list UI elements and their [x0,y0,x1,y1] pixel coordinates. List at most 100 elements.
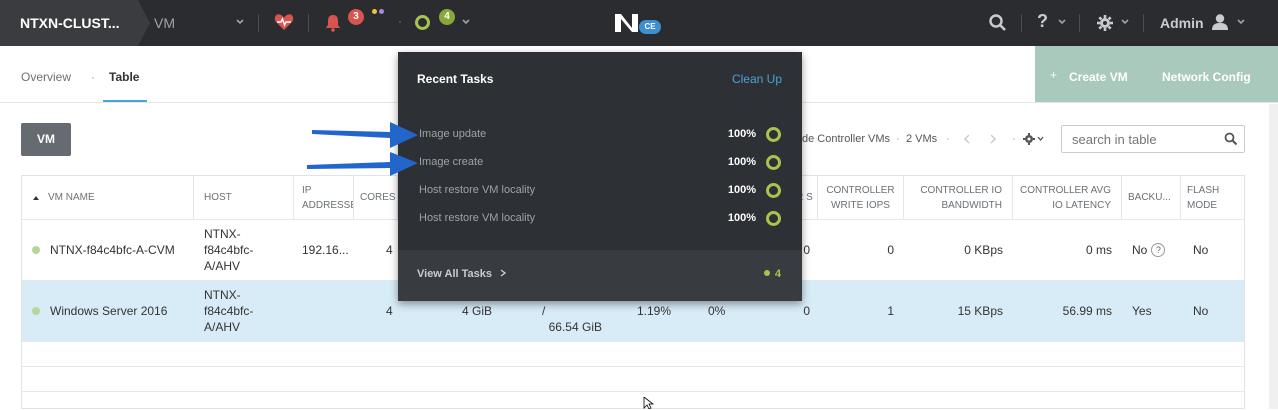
scrollbar-track[interactable] [1269,104,1278,409]
vm-name-cell: Windows Server 2016 [32,281,167,341]
cores-cell: 4 [386,243,393,257]
footer-task-count: 4 [763,268,781,280]
previous-page-icon[interactable] [962,134,972,144]
search-icon[interactable] [989,14,1007,32]
column-header-flash-mode[interactable]: FLASH MODE [1181,176,1244,219]
tab-overview[interactable]: Overview [21,70,71,84]
help-icon[interactable]: ? [1037,11,1048,32]
table-settings-icon[interactable] [1022,132,1044,146]
column-header-backup[interactable]: BACKU... [1122,176,1181,219]
action-bar: + Create VM Network Config [1035,46,1278,102]
gear-icon[interactable] [1096,14,1114,32]
next-page-icon[interactable] [988,134,998,144]
task-complete-icon [766,183,781,198]
mouse-cursor-icon [643,397,655,409]
help-icon[interactable]: ? [1151,243,1166,257]
tasks-count-badge: 4 [439,9,455,25]
host-cell: NTNX- f84c4bfc- A/AHV [204,220,253,280]
storage-text: 66.54 GiB [548,320,602,334]
task-ring-icon[interactable] [415,15,430,30]
host-text: A/AHV [204,320,241,334]
search-icon[interactable] [1224,132,1238,146]
active-tab-indicator [103,100,147,102]
backup-value: No [1132,243,1148,257]
task-percent: 100% [727,212,756,224]
status-dot [379,9,384,14]
task-name[interactable]: Host restore VM locality [419,184,535,196]
column-header-controller-write-iops[interactable]: CONTROLLER WRITE IOPS [818,176,904,219]
view-all-label: View All Tasks [417,268,493,280]
chevron-down-icon[interactable] [1236,17,1246,27]
flash-mode-cell: No [1193,304,1209,318]
divider [399,21,401,23]
controller-vms-toggle[interactable]: de Controller VMs [802,133,890,145]
divider [308,14,309,32]
io-bandwidth-cell: 15 KBps [957,304,1003,318]
host-text: NTNX- [204,227,241,241]
divider [1021,14,1022,32]
column-header-cores[interactable]: CORES [354,176,398,219]
section-label: VM [154,15,175,31]
empty-row [22,366,1244,391]
divider [258,14,259,32]
task-percent: 100% [727,184,756,196]
top-bar: NTXN-CLUST... VM 3 4 CE ? Admin [0,0,1278,46]
vm-filter-button[interactable]: VM [21,123,71,156]
task-name[interactable]: Image update [419,128,486,140]
host-text: NTNX- [204,288,241,302]
task-complete-icon [766,211,781,226]
task-complete-icon [766,155,781,170]
section-selector[interactable]: VM [154,0,175,46]
task-percent: 100% [727,156,756,168]
vm-count: 2 VMs [906,133,938,145]
power-on-icon [32,307,40,315]
column-header-ip[interactable]: IP ADDRESSES [294,176,354,219]
table-search[interactable] [1061,125,1245,153]
network-config-button[interactable]: Network Config [1162,46,1251,108]
host-text: f84c4bfc- [204,304,254,318]
chevron-down-icon[interactable] [235,17,245,27]
view-all-tasks-link[interactable]: View All Tasks [417,268,507,280]
column-label: VM NAME [48,192,95,203]
chevron-down-icon[interactable] [1120,17,1130,27]
column-header-controller-avg-io-latency[interactable]: CONTROLLER AVG IO LATENCY [1013,176,1122,219]
sort-up-icon[interactable] [32,194,40,202]
vm-name[interactable]: NTNX-f84c4bfc-A-CVM [50,242,175,258]
popup-footer: View All Tasks 4 [398,250,802,301]
host-text: f84c4bfc- [204,243,254,257]
plus-icon: + [1050,68,1058,82]
user-name[interactable]: Admin [1160,0,1204,46]
column-header-host[interactable]: HOST [194,176,294,219]
column-header-vm-name[interactable]: VM NAME [22,176,194,219]
user-icon[interactable] [1211,13,1229,31]
alerts-count-badge: 3 [348,9,364,25]
chevron-down-icon[interactable] [1057,17,1067,27]
power-on-icon [32,246,40,254]
bell-icon[interactable] [325,14,341,32]
task-name[interactable]: Image create [419,156,483,168]
latency-cell: 0 ms [1085,243,1112,257]
write-iops-cell: 0 [887,243,894,257]
flash-mode-cell: No [1193,243,1209,257]
create-vm-button[interactable]: Create VM [1069,46,1128,108]
cores-cell: 4 [386,304,393,318]
latency-cell: 56.99 ms [1062,304,1112,318]
column-header-controller-io-bandwidth[interactable]: CONTROLLER IO BANDWIDTH [904,176,1013,219]
host-cell: NTNX- f84c4bfc- A/AHV [204,281,253,341]
chevron-down-icon[interactable] [461,17,471,27]
io-bandwidth-cell: 0 KBps [964,243,1003,257]
divider [1079,14,1080,32]
cluster-name[interactable]: NTXN-CLUST... [0,0,150,46]
heart-pulse-icon[interactable] [274,13,294,31]
task-name[interactable]: Host restore VM locality [419,212,535,224]
ip-cell: 192.16... [302,243,349,257]
clean-up-link[interactable]: Clean Up [732,72,782,86]
search-input[interactable] [1072,131,1222,147]
vm-name-cell: NTNX-f84c4bfc-A-CVM [32,220,175,280]
vm-name[interactable]: Windows Server 2016 [50,303,167,319]
backup-cell: No ? [1132,220,1166,280]
task-count: 4 [774,268,781,280]
tab-table[interactable]: Table [109,70,139,84]
nutanix-logo: CE [614,12,664,39]
status-dot [763,270,770,276]
